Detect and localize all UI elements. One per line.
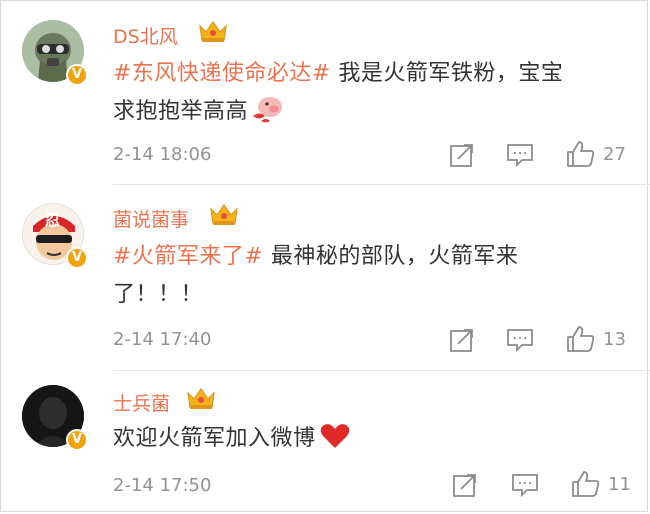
avatar-text: 忍 [45,211,61,229]
like-count: 13 [603,329,626,350]
username[interactable]: DS北风 [113,22,178,49]
username[interactable]: 士兵菌 [113,389,170,416]
like-icon[interactable] [566,140,596,168]
comment-time: 2-14 18:06 [113,144,212,165]
like-icon[interactable] [571,470,601,498]
comment-text: 欢迎火箭军加入微博 [113,420,583,458]
comment-text-line2: 了！！！ [113,282,204,307]
comment-icon[interactable] [506,328,534,352]
verified-badge-icon: V [66,64,88,86]
divider [113,184,650,185]
share-icon[interactable] [449,327,475,353]
comment-time: 2-14 17:50 [113,475,212,496]
username[interactable]: 菌说菌事 [113,205,189,232]
comment-icon[interactable] [506,143,534,167]
crown-icon [199,20,227,42]
share-icon[interactable] [452,472,478,498]
comment-text: #东风快递使命必达# 我是火箭军铁粉，宝宝 求抱抱举高高 [113,55,583,131]
hashtag-link[interactable]: #东风快递使命必达# [113,61,331,86]
comment-icon[interactable] [511,473,539,497]
comment-text-line1: 我是火箭军铁粉，宝宝 [330,61,564,86]
heart-icon [320,424,349,448]
like-icon[interactable] [566,325,596,353]
comment-text-line1: 最神秘的部队，火箭军来 [263,244,519,269]
like-count: 11 [608,474,631,495]
verified-badge-icon: V [66,247,88,269]
comment-text-line1: 欢迎火箭军加入微博 [113,426,316,451]
share-icon[interactable] [449,142,475,168]
like-count: 27 [603,144,626,165]
comment-time: 2-14 17:40 [113,329,212,350]
hashtag-link[interactable]: #火箭军来了# [113,244,263,269]
verified-badge-icon: V [66,429,88,451]
pig-emoji-icon [253,97,283,123]
comment-text-line2: 求抱抱举高高 [113,99,249,124]
divider [113,370,650,371]
comment-text: #火箭军来了# 最神秘的部队，火箭军来 了！！！ [113,238,583,314]
crown-icon [187,387,215,409]
crown-icon [210,203,238,225]
